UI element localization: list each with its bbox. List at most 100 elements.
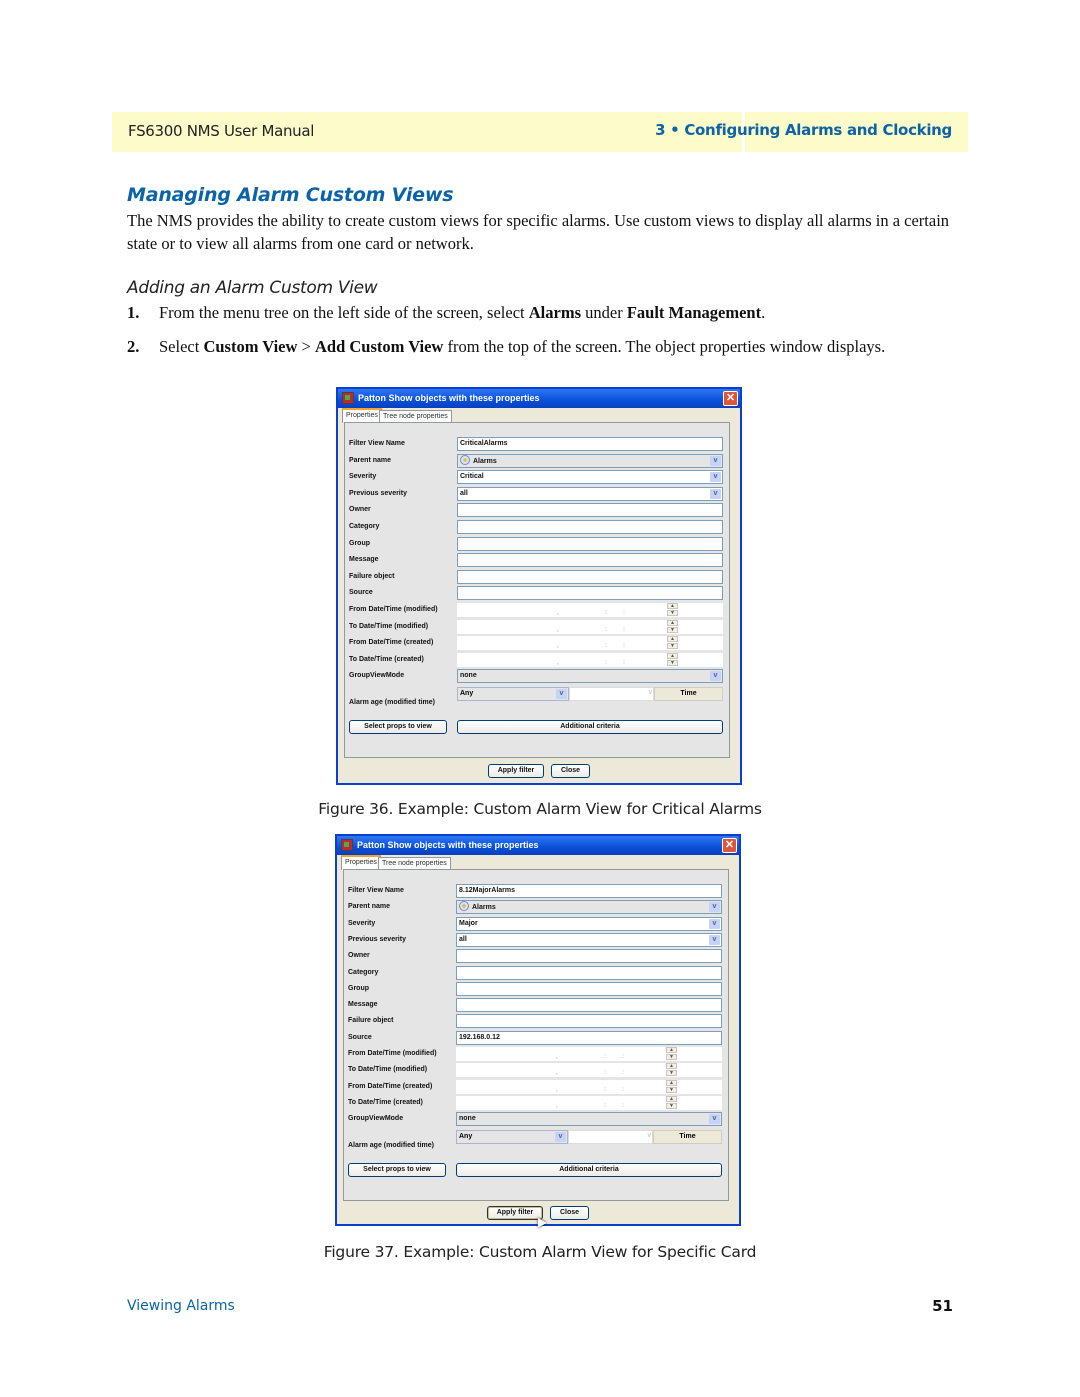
- spin-up-icon[interactable]: ▲: [667, 603, 678, 609]
- close-button[interactable]: Close: [551, 764, 590, 778]
- chevron-down-icon[interactable]: v: [710, 488, 721, 499]
- step-text: from the top of the screen. The object p…: [443, 337, 886, 356]
- spin-down-icon[interactable]: ▼: [667, 626, 678, 633]
- from-modified-datetime-input[interactable]: ,:: ▲ ▼: [457, 603, 723, 617]
- chevron-down-icon[interactable]: v: [710, 455, 721, 466]
- datetime-spinner[interactable]: ▲ ▼: [666, 1063, 677, 1077]
- source-input[interactable]: 192.168.0.12: [456, 1030, 722, 1045]
- message-input[interactable]: [457, 553, 723, 568]
- to-modified-datetime-input[interactable]: ,:: ▲ ▼: [457, 619, 723, 634]
- row-group-view-mode: GroupViewMode none v: [345, 669, 729, 684]
- to-created-datetime-input[interactable]: ,:: ▲ ▼: [457, 652, 723, 667]
- time-button[interactable]: Time: [653, 1129, 722, 1144]
- row-source: Source: [345, 586, 729, 601]
- datetime-spinner[interactable]: ▲ ▼: [666, 1095, 677, 1110]
- row-to-created: To Date/Time (created),:: ▲ ▼: [345, 652, 729, 668]
- alarm-bell-icon: [460, 454, 470, 465]
- select-props-to-view-button[interactable]: Select props to view: [349, 720, 447, 734]
- close-icon[interactable]: ✕: [722, 838, 737, 853]
- alarm-age-value-select[interactable]: v: [568, 1129, 653, 1144]
- spin-down-icon[interactable]: ▼: [666, 1102, 677, 1109]
- message-label: Message: [348, 1001, 378, 1009]
- additional-criteria-button[interactable]: Additional criteria: [456, 1162, 722, 1177]
- datetime-spinner[interactable]: ▲ ▼: [666, 1079, 677, 1094]
- filter-view-name-input[interactable]: 8.12MajorAlarms: [456, 884, 722, 898]
- dialog-titlebar[interactable]: Patton Show objects with these propertie…: [338, 389, 740, 408]
- message-input[interactable]: [456, 998, 722, 1013]
- time-button[interactable]: Time: [654, 687, 723, 701]
- datetime-spinner[interactable]: ▲ ▼: [667, 603, 678, 617]
- to-modified-datetime-input[interactable]: ,:: ▲ ▼: [456, 1063, 722, 1078]
- spin-down-icon[interactable]: ▼: [667, 643, 678, 650]
- previous-severity-select[interactable]: all v: [457, 486, 723, 501]
- category-input[interactable]: [456, 965, 722, 980]
- message-label: Message: [349, 556, 379, 564]
- spin-up-icon[interactable]: ▲: [666, 1047, 677, 1053]
- chevron-down-icon[interactable]: v: [556, 689, 567, 699]
- spin-up-icon[interactable]: ▲: [667, 619, 678, 626]
- spin-down-icon[interactable]: ▼: [666, 1054, 677, 1060]
- chevron-down-icon[interactable]: v: [710, 472, 721, 483]
- source-input[interactable]: [457, 586, 723, 601]
- owner-input[interactable]: [456, 949, 722, 964]
- from-modified-datetime-input[interactable]: ,:: ▲ ▼: [456, 1047, 722, 1061]
- additional-criteria-button[interactable]: Additional criteria: [457, 720, 723, 734]
- page-header: FS6300 NMS User Manual 3 • Configuring A…: [112, 112, 968, 152]
- apply-filter-button[interactable]: Apply filter: [488, 764, 544, 778]
- time-separator: :: [605, 659, 607, 666]
- group-view-mode-select[interactable]: none v: [457, 669, 723, 684]
- spin-up-icon[interactable]: ▲: [666, 1079, 677, 1086]
- owner-input[interactable]: [457, 503, 723, 518]
- alarm-age-value-select[interactable]: v: [569, 687, 654, 701]
- severity-select[interactable]: Major v: [456, 916, 722, 931]
- close-button[interactable]: Close: [550, 1206, 589, 1220]
- chevron-down-icon[interactable]: v: [709, 918, 720, 929]
- group-view-mode-select[interactable]: none v: [456, 1112, 722, 1127]
- datetime-spinner[interactable]: ▲ ▼: [666, 1047, 677, 1061]
- failure-object-label: Failure object: [348, 1017, 394, 1025]
- row-previous-severity: Previous severity all v: [344, 932, 728, 948]
- datetime-spinner[interactable]: ▲ ▼: [667, 652, 678, 667]
- parent-name-select[interactable]: Alarms v: [457, 453, 723, 468]
- failure-object-input[interactable]: [457, 569, 723, 584]
- previous-severity-select[interactable]: all v: [456, 932, 722, 947]
- row-failure-object: Failure object: [345, 569, 729, 585]
- chevron-down-icon[interactable]: v: [709, 934, 720, 945]
- spin-up-icon[interactable]: ▲: [666, 1095, 677, 1102]
- tab-tree-node-properties[interactable]: Tree node properties: [378, 857, 451, 869]
- spin-up-icon[interactable]: ▲: [666, 1063, 677, 1070]
- chevron-down-icon[interactable]: v: [710, 671, 721, 682]
- from-created-datetime-input[interactable]: ,:: ▲ ▼: [457, 636, 723, 651]
- datetime-spinner[interactable]: ▲ ▼: [667, 636, 678, 650]
- chevron-down-icon[interactable]: v: [709, 1114, 720, 1125]
- from-created-datetime-input[interactable]: ,:: ▲ ▼: [456, 1079, 722, 1094]
- parent-name-select[interactable]: Alarms v: [456, 900, 722, 915]
- tab-properties[interactable]: Properties: [341, 855, 381, 870]
- to-created-datetime-input[interactable]: ,:: ▲ ▼: [456, 1095, 722, 1110]
- group-input[interactable]: [456, 981, 722, 996]
- severity-select[interactable]: Critical v: [457, 470, 723, 485]
- spin-down-icon[interactable]: ▼: [667, 610, 678, 616]
- chevron-down-icon[interactable]: v: [555, 1131, 566, 1142]
- spin-down-icon[interactable]: ▼: [666, 1086, 677, 1093]
- tab-properties[interactable]: Properties: [342, 408, 382, 423]
- tab-tree-node-properties[interactable]: Tree node properties: [379, 410, 452, 422]
- spin-down-icon[interactable]: ▼: [667, 659, 678, 666]
- category-input[interactable]: [457, 520, 723, 534]
- alarm-age-select[interactable]: Any v: [456, 1129, 568, 1144]
- spin-up-icon[interactable]: ▲: [667, 636, 678, 643]
- failure-object-input[interactable]: [456, 1014, 722, 1029]
- previous-severity-label: Previous severity: [349, 489, 407, 497]
- alarm-age-label: Alarm age (modified time): [349, 699, 435, 706]
- alarm-age-select[interactable]: Any v: [457, 687, 569, 701]
- chevron-down-icon[interactable]: v: [709, 902, 720, 913]
- dialog-titlebar[interactable]: Patton Show objects with these propertie…: [337, 836, 739, 855]
- spin-up-icon[interactable]: ▲: [667, 652, 678, 659]
- group-input[interactable]: [457, 536, 723, 551]
- datetime-spinner[interactable]: ▲ ▼: [667, 619, 678, 634]
- filter-view-name-input[interactable]: CriticalAlarms: [457, 437, 723, 451]
- close-icon[interactable]: ✕: [723, 391, 738, 406]
- select-props-to-view-button[interactable]: Select props to view: [348, 1162, 446, 1177]
- parent-name-label: Parent name: [348, 903, 391, 911]
- spin-down-icon[interactable]: ▼: [666, 1070, 677, 1077]
